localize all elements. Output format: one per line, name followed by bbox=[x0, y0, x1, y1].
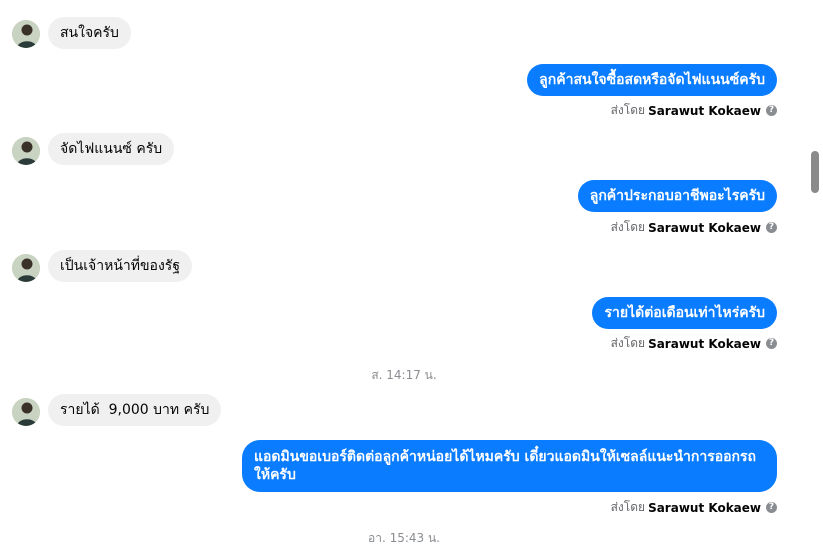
outgoing-message[interactable]: ลูกค้าสนใจซื้อสดหรือจัดไฟแนนซ์ครับ bbox=[527, 64, 777, 96]
help-icon[interactable]: ? bbox=[766, 105, 777, 116]
customer-avatar[interactable] bbox=[12, 254, 40, 282]
incoming-message[interactable]: จัดไฟแนนซ์ ครับ bbox=[48, 133, 175, 165]
sender-name: Sarawut Kokaew bbox=[648, 336, 761, 351]
sender-name: Sarawut Kokaew bbox=[648, 103, 761, 118]
sent-by-label: ส่งโดย Sarawut Kokaew ? bbox=[611, 101, 777, 120]
incoming-message[interactable]: รายได้ 9,000 บาท ครับ bbox=[48, 394, 222, 426]
timestamp-divider: อา. 15:43 น. bbox=[368, 531, 440, 545]
help-icon[interactable]: ? bbox=[766, 502, 777, 513]
help-icon[interactable]: ? bbox=[766, 222, 777, 233]
customer-avatar[interactable] bbox=[12, 20, 40, 48]
message-thread: สนใจครับ ลูกค้าสนใจซื้อสดหรือจัดไฟแนนซ์ค… bbox=[0, 0, 808, 555]
timestamp-divider: ส. 14:17 น. bbox=[371, 368, 437, 382]
incoming-message[interactable]: สนใจครับ bbox=[48, 17, 131, 49]
sent-by-label: ส่งโดย Sarawut Kokaew ? bbox=[611, 218, 777, 237]
sent-by-prefix: ส่งโดย bbox=[610, 103, 646, 117]
sender-name: Sarawut Kokaew bbox=[648, 220, 761, 235]
customer-avatar[interactable] bbox=[12, 398, 40, 426]
sent-by-prefix: ส่งโดย bbox=[610, 336, 646, 350]
outgoing-message[interactable]: แอดมินขอเบอร์ติดต่อลูกค้าหน่อยได้ไหมครับ… bbox=[242, 440, 777, 492]
incoming-message[interactable]: เป็นเจ้าหน้าที่ของรัฐ bbox=[48, 250, 193, 282]
sent-by-label: ส่งโดย Sarawut Kokaew ? bbox=[611, 334, 777, 353]
scrollbar[interactable] bbox=[808, 0, 823, 555]
sent-by-prefix: ส่งโดย bbox=[610, 500, 646, 514]
outgoing-message[interactable]: รายได้ต่อเดือนเท่าไหร่ครับ bbox=[592, 297, 777, 329]
sent-by-label: ส่งโดย Sarawut Kokaew ? bbox=[611, 498, 777, 517]
help-icon[interactable]: ? bbox=[766, 338, 777, 349]
sent-by-prefix: ส่งโดย bbox=[610, 220, 646, 234]
customer-avatar[interactable] bbox=[12, 137, 40, 165]
outgoing-message[interactable]: ลูกค้าประกอบอาชีพอะไรครับ bbox=[577, 180, 777, 212]
sender-name: Sarawut Kokaew bbox=[648, 500, 761, 515]
scrollbar-thumb[interactable] bbox=[811, 151, 819, 193]
